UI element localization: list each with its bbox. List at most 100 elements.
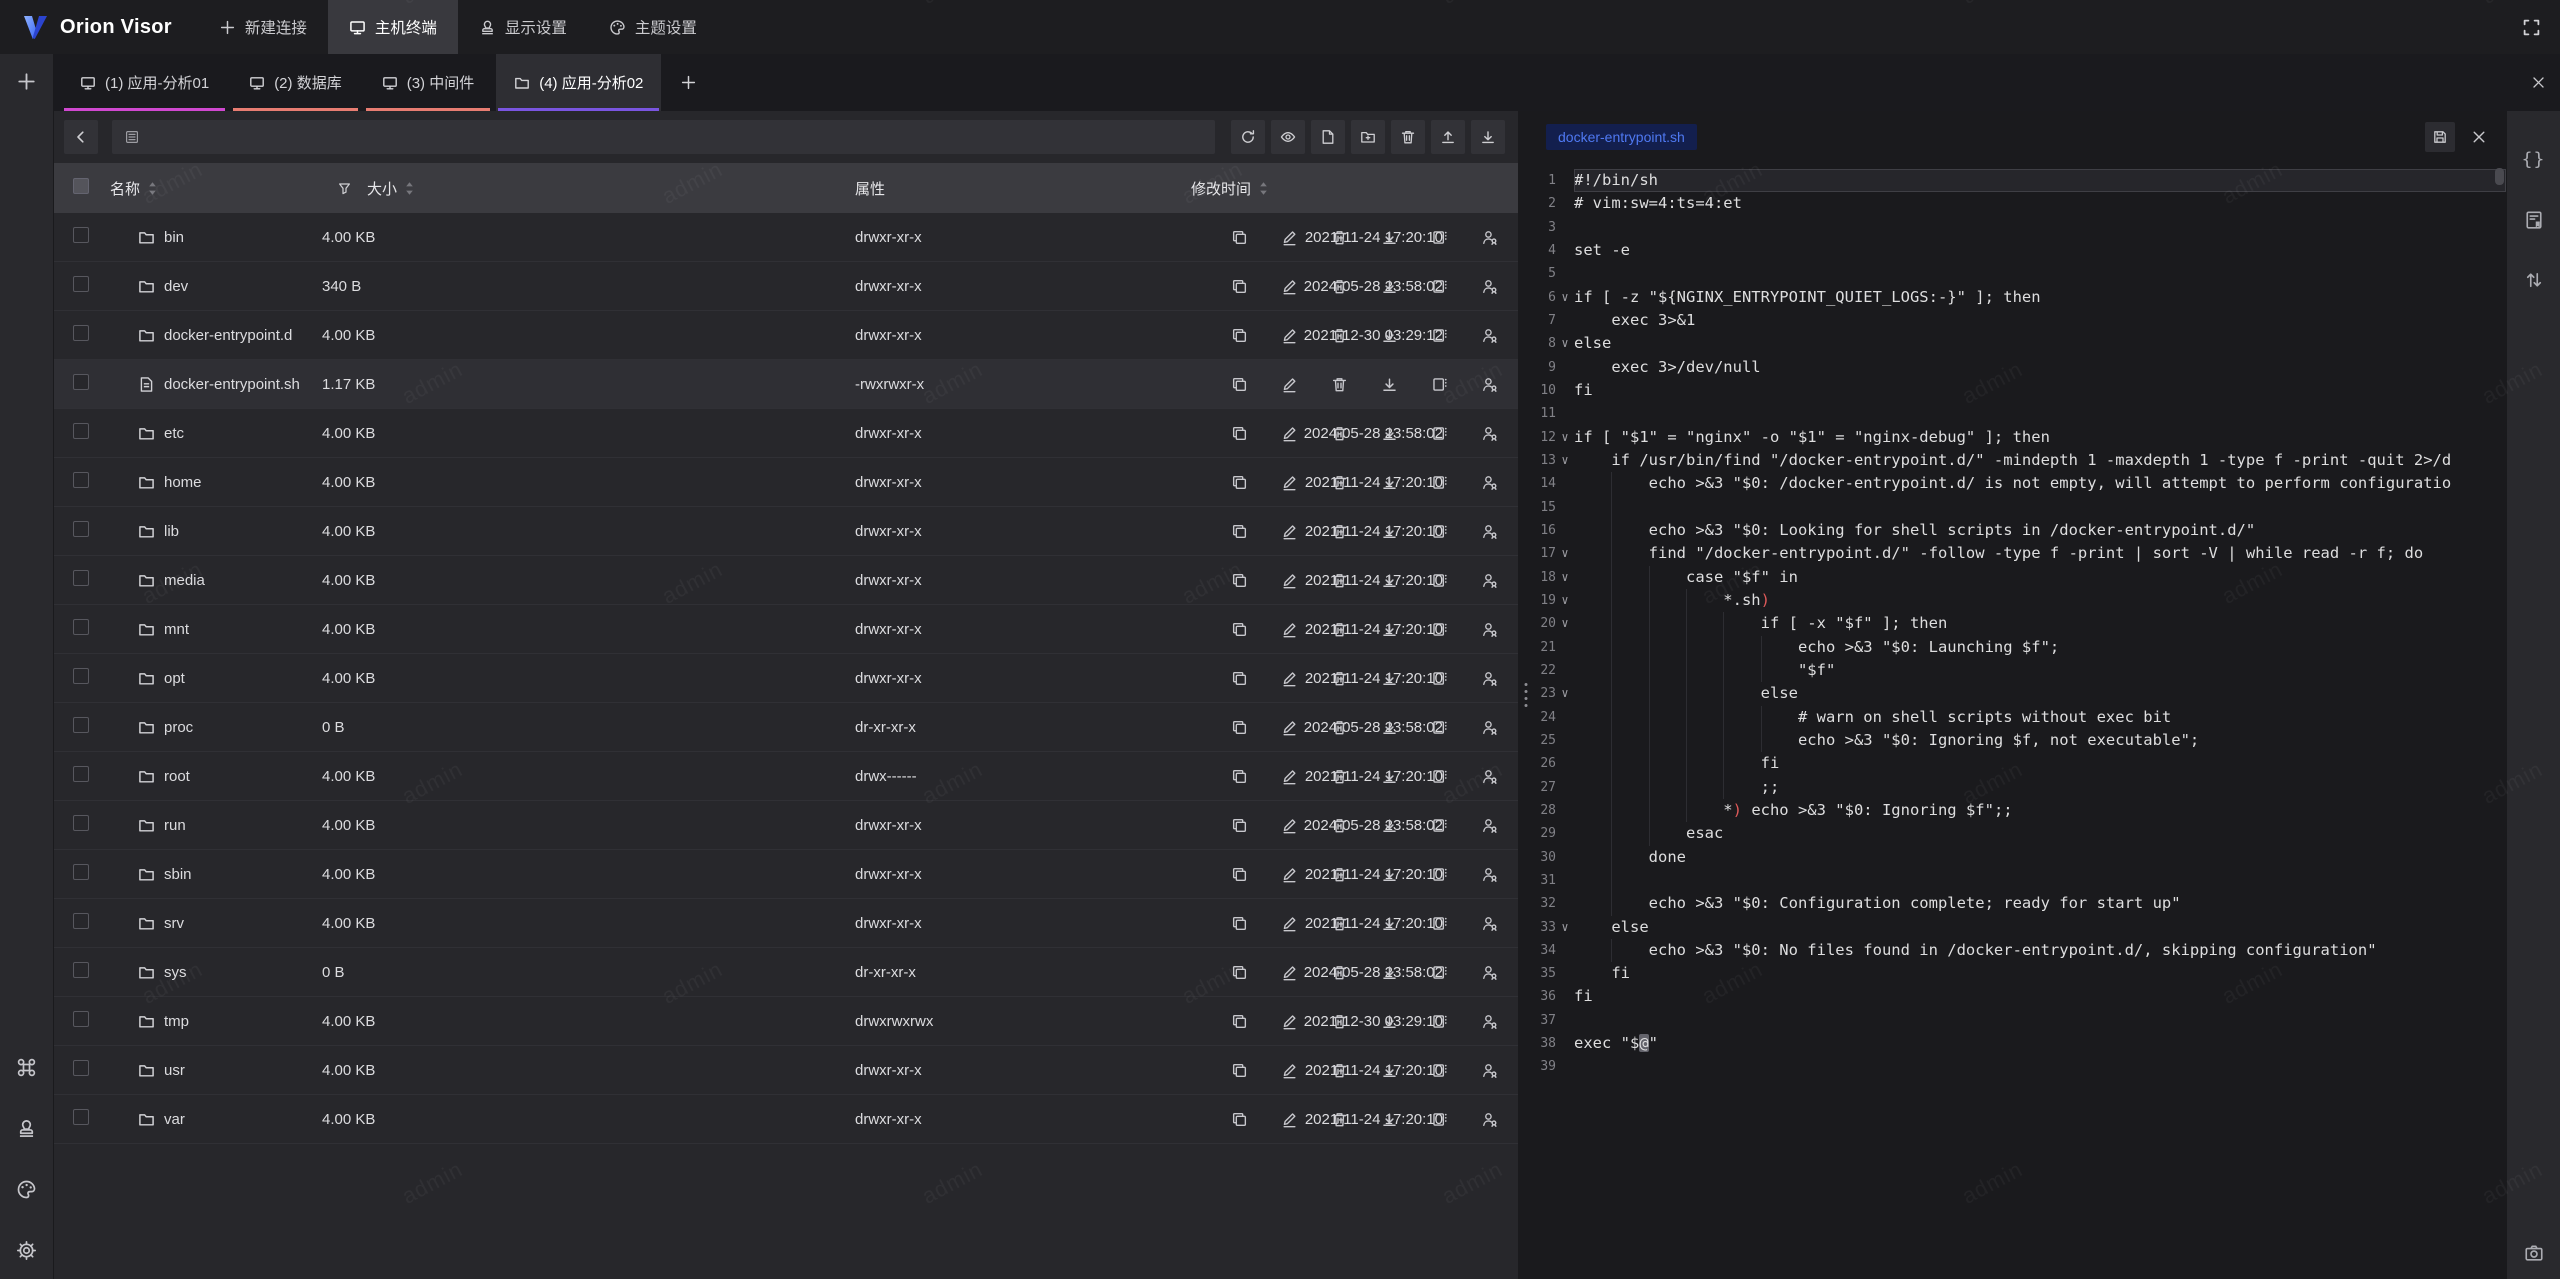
delete-trash-icon[interactable] <box>1331 474 1348 491</box>
download-icon[interactable] <box>1381 1111 1398 1128</box>
code-line[interactable]: 12∨if [ "$1" = "nginx" -o "$1" = "nginx-… <box>1534 426 2506 449</box>
delete-trash-icon[interactable] <box>1331 523 1348 540</box>
code-line[interactable]: 18∨ case "$f" in <box>1534 566 2506 589</box>
move-file-icon[interactable] <box>1431 964 1448 981</box>
select-all-checkbox[interactable] <box>73 178 89 194</box>
terminal-tab-4[interactable]: (4) 应用-分析02 <box>496 54 661 111</box>
download-icon[interactable] <box>1381 866 1398 883</box>
code-line[interactable]: 27 ;; <box>1534 776 2506 799</box>
file-name[interactable]: opt <box>164 670 185 687</box>
permission-user-icon[interactable] <box>1481 1062 1498 1079</box>
code-line[interactable]: 35 fi <box>1534 962 2506 985</box>
table-row[interactable]: tmp 4.00 KB drwxrwxrwx 2021-12-30 03:29:… <box>54 997 1518 1046</box>
file-name[interactable]: srv <box>164 915 184 932</box>
delete-trash-icon[interactable] <box>1331 1111 1348 1128</box>
code-line[interactable]: 23∨ else <box>1534 682 2506 705</box>
code-editor[interactable]: 1#!/bin/sh2# vim:sw=4:ts=4:et34set -e56∨… <box>1534 163 2506 1279</box>
row-checkbox[interactable] <box>73 717 89 733</box>
row-checkbox[interactable] <box>73 1109 89 1125</box>
move-file-icon[interactable] <box>1431 866 1448 883</box>
permission-user-icon[interactable] <box>1481 376 1498 393</box>
code-line[interactable]: 24 # warn on shell scripts without exec … <box>1534 706 2506 729</box>
table-row[interactable]: proc 0 B dr-xr-xr-x 2024-05-28 23:58:02 <box>54 703 1518 752</box>
edit-pencil-icon[interactable] <box>1281 278 1298 295</box>
move-file-icon[interactable] <box>1431 670 1448 687</box>
table-row[interactable]: opt 4.00 KB drwxr-xr-x 2021-11-24 17:20:… <box>54 654 1518 703</box>
move-file-icon[interactable] <box>1431 1111 1448 1128</box>
file-name[interactable]: media <box>164 572 205 589</box>
permission-user-icon[interactable] <box>1481 523 1498 540</box>
download-icon[interactable] <box>1381 768 1398 785</box>
download-icon[interactable] <box>1381 425 1398 442</box>
code-line[interactable]: 30 done <box>1534 846 2506 869</box>
download-icon[interactable] <box>1381 523 1398 540</box>
panel-resize-divider[interactable] <box>1518 111 1534 1279</box>
row-checkbox[interactable] <box>73 619 89 635</box>
new-folder-icon[interactable] <box>1351 120 1385 154</box>
edit-pencil-icon[interactable] <box>1281 327 1298 344</box>
close-icon[interactable] <box>2516 54 2560 111</box>
sort-name-icon[interactable] <box>147 181 158 196</box>
permission-user-icon[interactable] <box>1481 866 1498 883</box>
sort-mtime-icon[interactable] <box>1258 181 1269 196</box>
copy-icon[interactable] <box>1231 327 1248 344</box>
code-line[interactable]: 17∨ find "/docker-entrypoint.d/" -follow… <box>1534 542 2506 565</box>
preview-icon[interactable] <box>1271 120 1305 154</box>
copy-icon[interactable] <box>1231 719 1248 736</box>
delete-icon[interactable] <box>1391 120 1425 154</box>
code-line[interactable]: 5 <box>1534 262 2506 285</box>
copy-icon[interactable] <box>1231 229 1248 246</box>
download-icon[interactable] <box>1381 719 1398 736</box>
edit-pencil-icon[interactable] <box>1281 817 1298 834</box>
permission-user-icon[interactable] <box>1481 915 1498 932</box>
delete-trash-icon[interactable] <box>1331 1062 1348 1079</box>
brand[interactable]: Orion Visor <box>0 0 198 54</box>
delete-trash-icon[interactable] <box>1331 327 1348 344</box>
table-row[interactable]: media 4.00 KB drwxr-xr-x 2021-11-24 17:2… <box>54 556 1518 605</box>
table-row[interactable]: var 4.00 KB drwxr-xr-x 2021-11-24 17:20:… <box>54 1095 1518 1144</box>
row-checkbox[interactable] <box>73 962 89 978</box>
file-name[interactable]: proc <box>164 719 193 736</box>
copy-icon[interactable] <box>1231 817 1248 834</box>
move-file-icon[interactable] <box>1431 376 1448 393</box>
code-line[interactable]: 38exec "$@" <box>1534 1032 2506 1055</box>
permission-user-icon[interactable] <box>1481 474 1498 491</box>
edit-pencil-icon[interactable] <box>1281 1062 1298 1079</box>
code-line[interactable]: 13∨ if /usr/bin/find "/docker-entrypoint… <box>1534 449 2506 472</box>
fold-toggle-icon[interactable]: ∨ <box>1558 682 1572 705</box>
move-file-icon[interactable] <box>1431 523 1448 540</box>
delete-trash-icon[interactable] <box>1331 719 1348 736</box>
delete-trash-icon[interactable] <box>1331 425 1348 442</box>
file-name[interactable]: home <box>164 474 202 491</box>
table-row[interactable]: srv 4.00 KB drwxr-xr-x 2021-11-24 17:20:… <box>54 899 1518 948</box>
code-line[interactable]: 15 <box>1534 496 2506 519</box>
file-name[interactable]: docker-entrypoint.sh <box>164 376 300 393</box>
file-name[interactable]: etc <box>164 425 184 442</box>
delete-trash-icon[interactable] <box>1331 866 1348 883</box>
code-line[interactable]: 11 <box>1534 402 2506 425</box>
download-icon[interactable] <box>1381 1013 1398 1030</box>
download-icon[interactable] <box>1381 572 1398 589</box>
download-icon[interactable] <box>1381 376 1398 393</box>
code-line[interactable]: 28 *) echo >&3 "$0: Ignoring $f";; <box>1534 799 2506 822</box>
doc-bookmark-icon[interactable] <box>2524 210 2544 230</box>
delete-trash-icon[interactable] <box>1331 670 1348 687</box>
edit-pencil-icon[interactable] <box>1281 719 1298 736</box>
code-line[interactable]: 34 echo >&3 "$0: No files found in /dock… <box>1534 939 2506 962</box>
editor-scrollbar[interactable] <box>2495 168 2504 185</box>
table-row[interactable]: run 4.00 KB drwxr-xr-x 2024-05-28 23:58:… <box>54 801 1518 850</box>
code-line[interactable]: 14 echo >&3 "$0: /docker-entrypoint.d/ i… <box>1534 472 2506 495</box>
copy-icon[interactable] <box>1231 278 1248 295</box>
upload-icon[interactable] <box>1431 120 1465 154</box>
move-file-icon[interactable] <box>1431 229 1448 246</box>
row-checkbox[interactable] <box>73 913 89 929</box>
move-file-icon[interactable] <box>1431 474 1448 491</box>
file-name[interactable]: tmp <box>164 1013 189 1030</box>
code-line[interactable]: 36fi <box>1534 985 2506 1008</box>
move-file-icon[interactable] <box>1431 278 1448 295</box>
download-icon[interactable] <box>1381 1062 1398 1079</box>
copy-icon[interactable] <box>1231 670 1248 687</box>
copy-icon[interactable] <box>1231 376 1248 393</box>
permission-user-icon[interactable] <box>1481 1111 1498 1128</box>
code-line[interactable]: 2# vim:sw=4:ts=4:et <box>1534 192 2506 215</box>
